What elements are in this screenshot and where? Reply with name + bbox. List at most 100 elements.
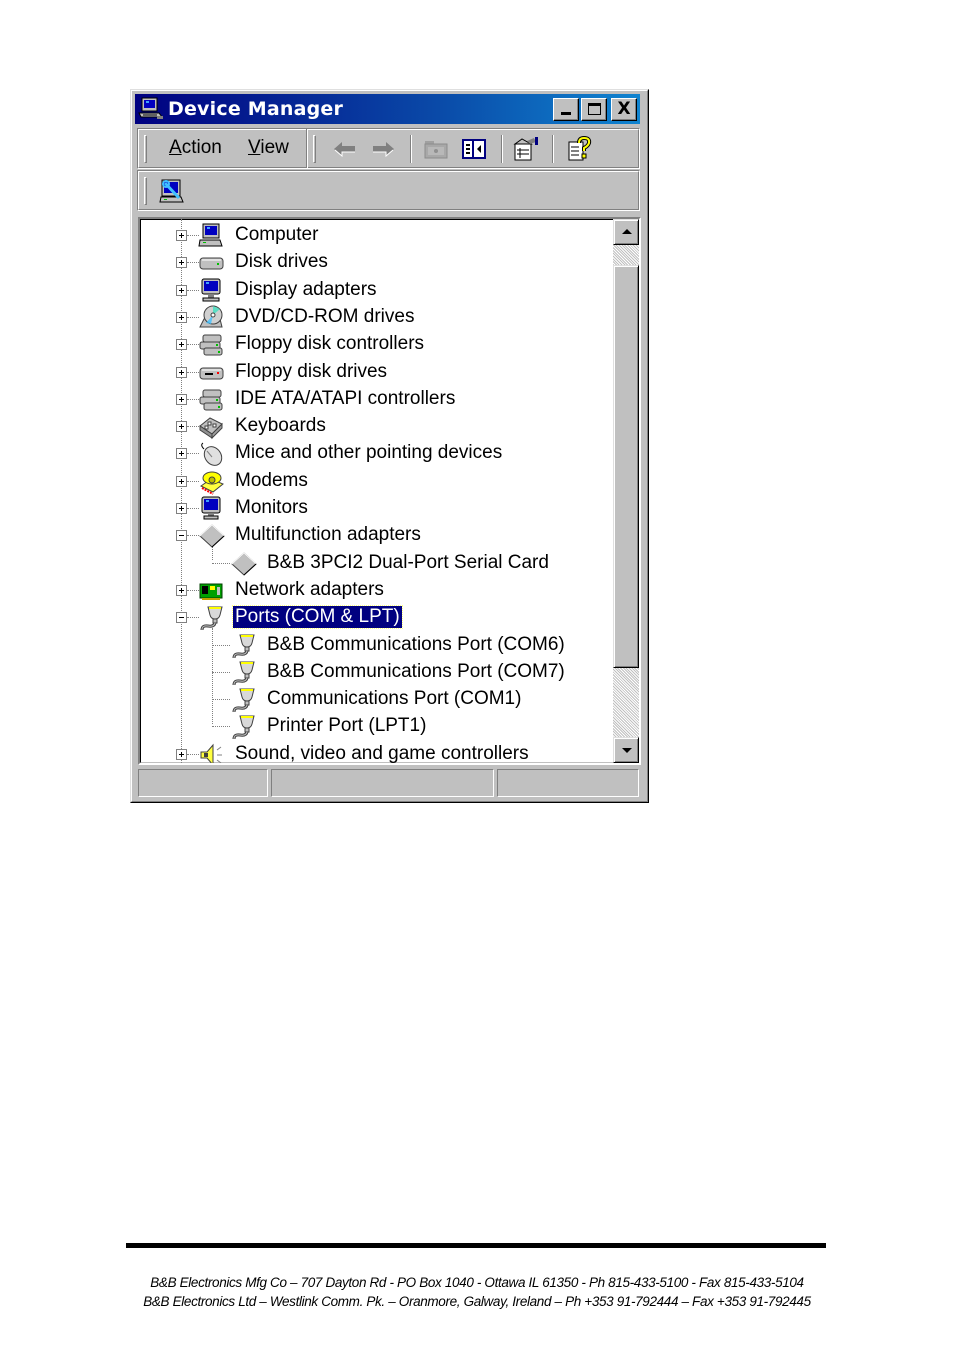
device-tree: Computer Disk drives Display adapters DVD/C…	[140, 219, 610, 763]
status-bar	[136, 767, 641, 798]
tree-connector	[212, 726, 230, 728]
arrow-left-icon	[334, 142, 355, 158]
expand-icon[interactable]	[176, 393, 187, 405]
tree-item-label[interactable]: B&B Communications Port (COM7)	[265, 661, 567, 683]
tree-item-label[interactable]: Display adapters	[233, 279, 379, 301]
expand-icon[interactable]	[176, 475, 187, 487]
up-folder-button[interactable]	[422, 136, 450, 162]
port-icon	[230, 714, 258, 740]
show-hide-console-tree-button[interactable]	[460, 136, 488, 162]
tree-item-label[interactable]: Network adapters	[233, 579, 386, 601]
tree-item-label[interactable]: Communications Port (COM1)	[265, 688, 523, 710]
tree-device[interactable]: Communications Port (COM1)	[140, 686, 610, 713]
toolbar-separator	[552, 135, 554, 163]
tree-category[interactable]: Keyboards	[140, 413, 610, 440]
status-panel-2	[271, 769, 494, 797]
minimize-button[interactable]	[553, 98, 579, 121]
tree-item-label[interactable]: Ports (COM & LPT)	[232, 605, 403, 630]
controller-icon	[198, 387, 226, 413]
properties-icon	[513, 137, 538, 161]
collapse-icon[interactable]	[176, 612, 187, 624]
tree-item-label[interactable]: Monitors	[233, 497, 310, 519]
expand-icon[interactable]	[176, 339, 187, 351]
menu-view-accel: V	[248, 137, 261, 158]
device-manager-window: Device Manager X Action View Computer Di…	[130, 89, 649, 803]
scan-for-hardware-changes-button[interactable]	[159, 178, 187, 204]
toolbar-band-grip[interactable]	[313, 135, 316, 163]
tree-item-label[interactable]: DVD/CD-ROM drives	[233, 306, 416, 328]
expand-icon[interactable]	[176, 311, 187, 323]
tree-item-label[interactable]: Printer Port (LPT1)	[265, 715, 428, 737]
tree-category[interactable]: Monitors	[140, 495, 610, 522]
computer-management-icon	[138, 97, 164, 121]
tree-item-label[interactable]: Floppy disk drives	[233, 361, 389, 383]
help-button[interactable]	[566, 135, 594, 162]
vertical-scrollbar[interactable]	[613, 219, 639, 763]
action-toolbar	[137, 170, 640, 211]
scroll-up-button[interactable]	[613, 219, 639, 245]
tree-item-label[interactable]: Modems	[233, 470, 310, 492]
expand-icon[interactable]	[176, 448, 187, 460]
tree-item-label[interactable]: Keyboards	[233, 415, 328, 437]
status-panel-1	[138, 769, 268, 797]
tree-category[interactable]: Floppy disk drives	[140, 359, 610, 386]
menu-band-grip[interactable]	[144, 135, 147, 163]
expand-icon[interactable]	[176, 584, 187, 596]
expand-icon[interactable]	[176, 257, 187, 269]
tree-item-label[interactable]: B&B 3PCI2 Dual-Port Serial Card	[265, 552, 551, 574]
tree-device[interactable]: B&B Communications Port (COM7)	[140, 659, 610, 686]
toolbar-band-grip[interactable]	[144, 177, 147, 205]
tree-device[interactable]: B&B Communications Port (COM6)	[140, 632, 610, 659]
expand-icon[interactable]	[176, 503, 187, 514]
tree-device[interactable]: B&B 3PCI2 Dual-Port Serial Card	[140, 550, 610, 577]
menu-view[interactable]: View	[248, 137, 289, 159]
expand-icon[interactable]	[176, 366, 187, 378]
minimize-icon	[561, 112, 571, 115]
tree-category[interactable]: Computer	[140, 222, 610, 249]
expand-icon[interactable]	[176, 748, 187, 760]
tree-category[interactable]: Mice and other pointing devices	[140, 440, 610, 467]
tree-item-label[interactable]: Computer	[233, 224, 320, 246]
tree-connector	[212, 699, 230, 701]
tree-category[interactable]: DVD/CD-ROM drives	[140, 304, 610, 331]
tree-connector	[212, 671, 230, 673]
title-bar[interactable]: Device Manager X	[135, 94, 640, 124]
forward-button[interactable]	[369, 136, 397, 162]
tree-category[interactable]: Ports (COM & LPT)	[140, 604, 610, 725]
close-icon: X	[617, 99, 631, 119]
expand-icon[interactable]	[176, 284, 187, 296]
collapse-icon[interactable]	[176, 530, 187, 542]
window-controls: X	[553, 98, 637, 121]
tree-category[interactable]: Disk drives	[140, 249, 610, 276]
tree-device[interactable]: Printer Port (LPT1)	[140, 713, 610, 740]
back-button[interactable]	[331, 136, 359, 162]
properties-button[interactable]	[512, 136, 540, 162]
close-button[interactable]: X	[611, 98, 637, 121]
tree-category[interactable]: Modems	[140, 468, 610, 495]
expand-icon[interactable]	[176, 230, 187, 241]
tree-item-label[interactable]: IDE ATA/ATAPI controllers	[233, 388, 457, 410]
tree-category[interactable]: Floppy disk controllers	[140, 331, 610, 358]
tree-item-label[interactable]: Floppy disk controllers	[233, 333, 426, 355]
display-adapter-icon	[198, 278, 226, 304]
port-icon	[230, 633, 258, 659]
tree-item-label[interactable]: Multifunction adapters	[233, 524, 423, 546]
tree-item-label[interactable]: Sound, video and game controllers	[233, 743, 531, 763]
tree-item-label[interactable]: B&B Communications Port (COM6)	[265, 634, 567, 656]
maximize-button[interactable]	[581, 98, 607, 121]
tree-category[interactable]: Display adapters	[140, 277, 610, 304]
tree-category[interactable]: Sound, video and game controllers	[140, 741, 610, 763]
tree-item-label[interactable]: Disk drives	[233, 251, 330, 273]
scroll-down-button[interactable]	[613, 737, 639, 763]
menu-action[interactable]: Action	[169, 137, 222, 159]
tree-category[interactable]: Network adapters	[140, 577, 610, 604]
menu-action-label: ction	[181, 137, 222, 158]
disk-drive-icon	[198, 250, 226, 276]
tree-category[interactable]: Multifunction adapters	[140, 522, 610, 561]
toolbar-separator	[410, 135, 412, 163]
tree-category[interactable]: IDE ATA/ATAPI controllers	[140, 386, 610, 413]
expand-icon[interactable]	[176, 421, 187, 433]
tree-item-label[interactable]: Mice and other pointing devices	[233, 442, 504, 464]
port-icon	[230, 660, 258, 686]
scroll-thumb[interactable]	[613, 264, 639, 669]
